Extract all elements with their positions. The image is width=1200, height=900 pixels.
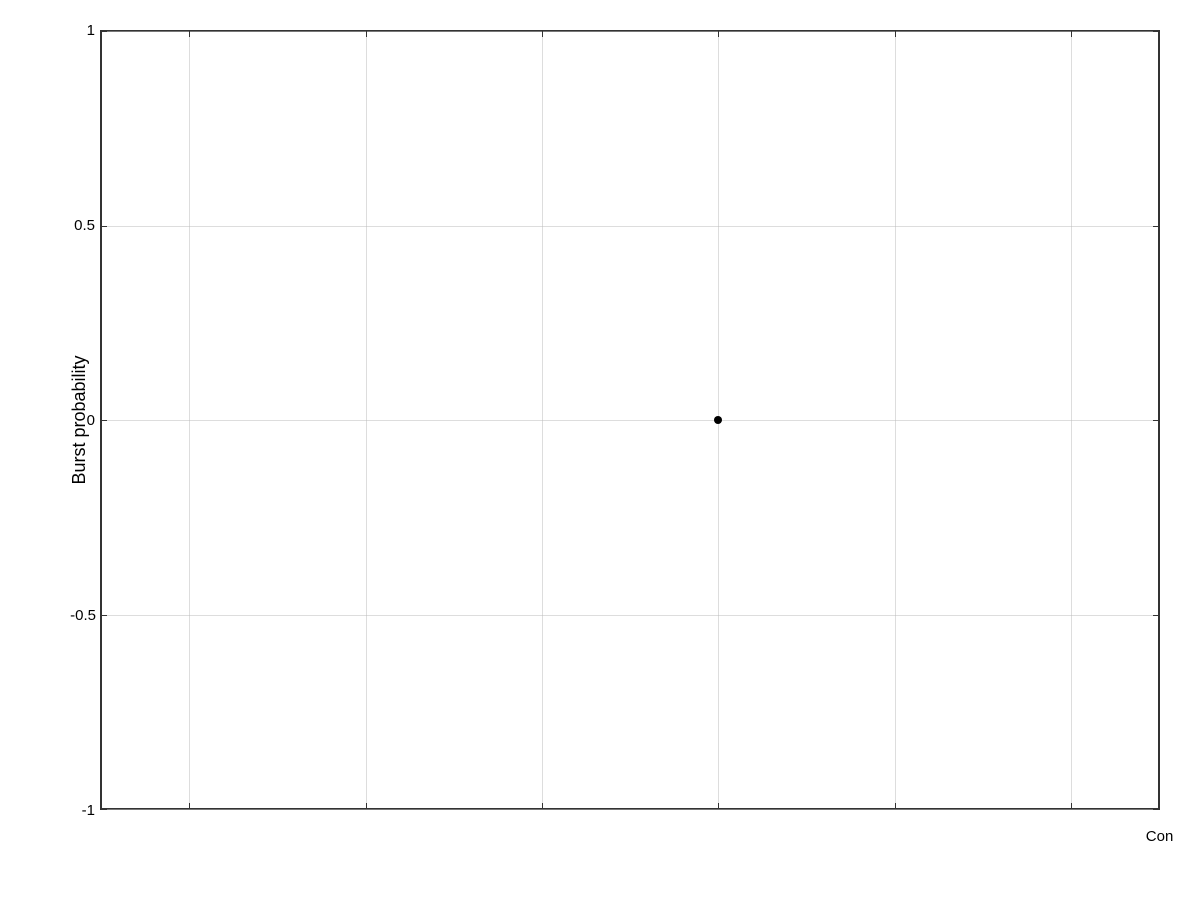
y-tick-right-05	[1153, 226, 1159, 227]
y-label--1: -1	[55, 802, 95, 819]
y-gridline-1	[101, 31, 1159, 32]
chart-container: Burst probability	[0, 0, 1200, 900]
y-tick-05	[101, 226, 107, 227]
x-tick-top-2	[366, 31, 367, 37]
y-tick-right-1	[1153, 31, 1159, 32]
y-label-1: 1	[60, 22, 95, 39]
x-tick-3	[542, 803, 543, 809]
y-gridline--1	[101, 809, 1159, 810]
data-point-dual-0	[714, 416, 722, 424]
y-label--05: -0.5	[48, 607, 96, 624]
y-tick-0	[101, 420, 107, 421]
x-gridline-1	[189, 31, 190, 809]
x-tick-top-4	[718, 31, 719, 37]
y-label-0: 0	[60, 412, 95, 429]
x-label-con-1: Con	[1146, 828, 1174, 845]
x-tick-top-1	[189, 31, 190, 37]
x-tick-top-5	[895, 31, 896, 37]
x-tick-top-3	[542, 31, 543, 37]
y-tick--1	[101, 809, 107, 810]
x-gridline-2	[366, 31, 367, 809]
x-gridline-6	[1071, 31, 1072, 809]
x-tick-1	[189, 803, 190, 809]
y-gridline-0	[101, 420, 1159, 421]
y-label-05: 0.5	[55, 217, 95, 234]
x-tick-2	[366, 803, 367, 809]
x-tick-5	[895, 803, 896, 809]
y-tick-right--05	[1153, 615, 1159, 616]
x-gridline-3	[542, 31, 543, 809]
y-tick-right-0	[1153, 420, 1159, 421]
y-gridline--05	[101, 615, 1159, 616]
x-gridline-5	[895, 31, 896, 809]
y-tick-right--1	[1153, 809, 1159, 810]
y-tick--05	[101, 615, 107, 616]
x-tick-top-6	[1071, 31, 1072, 37]
x-tick-6	[1071, 803, 1072, 809]
y-gridline-05	[101, 226, 1159, 227]
x-tick-4	[718, 803, 719, 809]
y-tick-1	[101, 31, 107, 32]
chart-area	[100, 30, 1160, 810]
